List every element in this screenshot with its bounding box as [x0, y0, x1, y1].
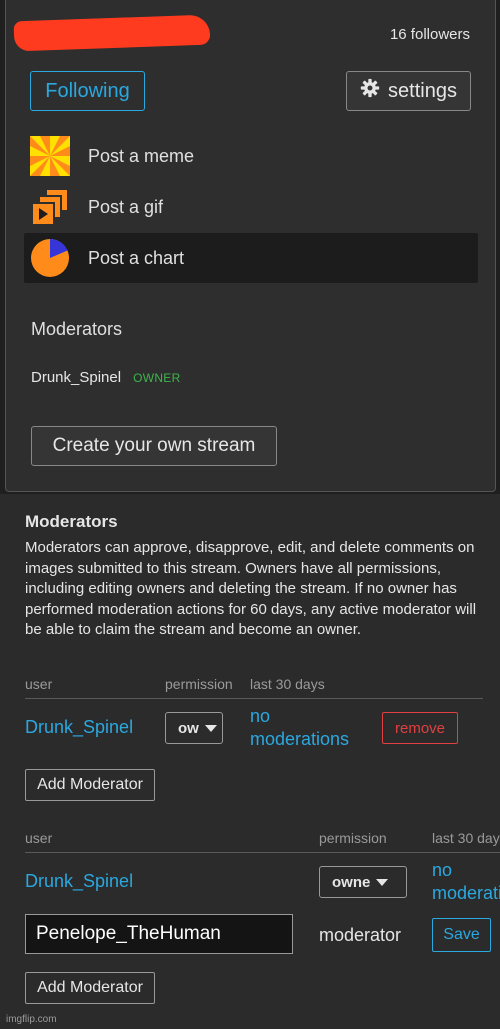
gear-icon: [360, 78, 380, 104]
imgflip-watermark: imgflip.com: [6, 1014, 57, 1025]
remove-moderator-button[interactable]: remove: [382, 712, 458, 744]
table-divider: [25, 852, 500, 853]
moderators-title: Moderators: [25, 512, 118, 531]
save-button[interactable]: Save: [432, 918, 491, 952]
permission-select[interactable]: ow: [165, 712, 223, 744]
followers-count: 16 followers: [389, 26, 470, 43]
post-gif-label: Post a gif: [88, 196, 164, 217]
moderator-username-link[interactable]: Drunk_Spinel: [25, 871, 133, 892]
moderators-description: Moderators can approve, disapprove, edit…: [25, 539, 477, 638]
post-gif-item[interactable]: Post a gif: [24, 182, 478, 232]
new-moderator-permission: moderator: [319, 925, 402, 945]
gif-stack-icon: [30, 187, 70, 227]
new-moderator-username-input[interactable]: [25, 914, 293, 954]
col-header-last-30-days: last 30 days: [250, 676, 325, 692]
moderator-username-link[interactable]: Drunk_Spinel: [25, 717, 133, 738]
pie-chart-icon: [30, 238, 70, 278]
col-header-user: user: [25, 830, 53, 846]
permission-value: owne: [332, 873, 371, 891]
add-moderator-button[interactable]: Add Moderator: [25, 769, 155, 801]
chevron-down-icon: [376, 878, 389, 886]
col-header-last-30-days: last 30 days: [432, 830, 500, 846]
permission-select[interactable]: owne: [319, 866, 407, 898]
owner-username[interactable]: Drunk_Spinel: [31, 369, 121, 386]
chevron-down-icon: [204, 724, 217, 732]
owner-row: Drunk_Spinel OWNER: [31, 369, 181, 386]
permission-value: ow: [178, 719, 199, 737]
moderators-heading: Moderators: [31, 319, 123, 339]
moderation-activity: no moderations: [250, 706, 350, 749]
col-header-permission: permission: [165, 676, 233, 692]
col-header-permission: permission: [319, 830, 387, 846]
create-stream-button[interactable]: Create your own stream: [31, 426, 277, 466]
moderator-settings-panel: Moderators Moderators can approve, disap…: [0, 494, 500, 1029]
add-moderator-button[interactable]: Add Moderator: [25, 972, 155, 1004]
moderation-activity: no moderations: [432, 860, 500, 903]
settings-button[interactable]: settings: [346, 71, 471, 111]
post-chart-item[interactable]: Post a chart: [24, 233, 478, 283]
post-meme-label: Post a meme: [88, 145, 195, 166]
meme-pinwheel-icon: [30, 136, 70, 176]
redacted-stream-title: [13, 14, 211, 52]
post-chart-label: Post a chart: [88, 247, 185, 268]
table-divider: [25, 698, 483, 699]
col-header-user: user: [25, 676, 53, 692]
post-meme-item[interactable]: Post a meme: [24, 131, 478, 181]
following-button[interactable]: Following: [30, 71, 145, 111]
stream-sidebar-panel: 16 followers Following settings Post a m…: [5, 0, 496, 492]
settings-label: settings: [388, 79, 457, 102]
owner-badge: OWNER: [133, 371, 181, 385]
